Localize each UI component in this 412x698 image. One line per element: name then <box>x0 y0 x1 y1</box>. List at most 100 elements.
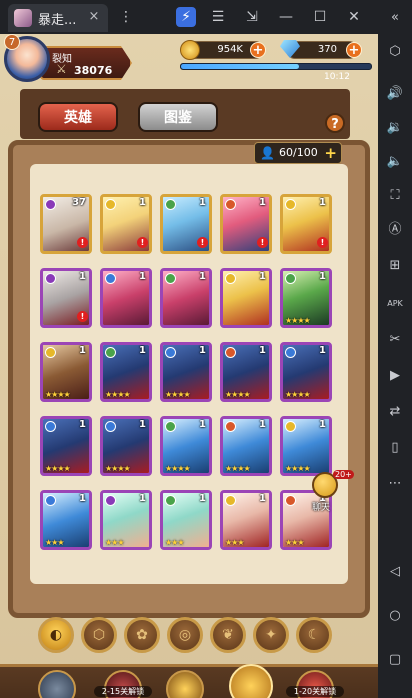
chat-badge: 20+ <box>333 470 354 479</box>
hero-card[interactable]: 1 ★★★★ <box>160 342 212 402</box>
hero-card[interactable]: 1 <box>100 268 152 328</box>
all-filter-icon[interactable]: ◐ <box>38 617 74 653</box>
hero-card[interactable]: 1! <box>100 194 152 254</box>
settings-icon[interactable]: ⬡ <box>385 42 405 62</box>
sync-icon[interactable]: ⇄ <box>385 402 405 422</box>
volume-up-icon[interactable]: 🔊 <box>385 84 405 104</box>
hero-level: 1 <box>139 419 146 430</box>
element-icon <box>105 495 116 506</box>
hero-card[interactable]: 1 ★★★ <box>220 490 272 550</box>
nav-expedition[interactable]: 2-15关解锁 出征 <box>92 664 154 698</box>
tab-close-icon[interactable]: × <box>86 9 102 25</box>
hero-stars: ★★★★ <box>105 464 131 473</box>
player-power: 38076 <box>74 64 113 77</box>
add-app-icon[interactable]: ⊞ <box>385 256 405 276</box>
hero-card[interactable]: 1 ★★★★ <box>220 342 272 402</box>
more-options-icon[interactable]: ⋮ <box>116 7 136 27</box>
hero-card[interactable]: 1 ★★★★ <box>40 342 92 402</box>
hero-card[interactable]: 1 ★★★★ <box>100 416 152 476</box>
close-icon[interactable]: ✕ <box>344 7 364 27</box>
hero-stars: ★★★★ <box>165 390 191 399</box>
hero-stars: ★★★ <box>285 538 304 547</box>
element-icon <box>225 199 236 210</box>
hero-level: 1 <box>259 493 266 504</box>
hero-level: 1 <box>79 345 86 356</box>
hero-card[interactable]: 1 ★★★ <box>100 490 152 550</box>
expand-capacity-button[interactable]: + <box>324 143 337 163</box>
player-profile[interactable]: 7 裂知 ⚔ 38076 <box>4 34 132 82</box>
hero-stars: ★★★ <box>165 538 184 547</box>
earth-filter-icon[interactable]: ❦ <box>210 617 246 653</box>
scissors-icon[interactable]: ✂ <box>385 330 405 350</box>
apk-icon[interactable]: APK <box>385 294 405 314</box>
hero-card[interactable]: 1 ★★★ <box>160 490 212 550</box>
hero-capacity: 👤 60/100 + <box>254 142 342 164</box>
menu-icon[interactable]: ☰ <box>208 7 228 27</box>
minimize-icon[interactable]: — <box>276 7 296 27</box>
wind-filter-icon[interactable]: ✿ <box>124 617 160 653</box>
hero-card[interactable]: 1 ★★★★ <box>220 416 272 476</box>
phone-icon[interactable]: ▯ <box>385 438 405 458</box>
screenshot-icon[interactable]: ⛶ <box>385 186 405 206</box>
alert-icon: ! <box>137 237 148 248</box>
tab-heroes[interactable]: 英雄 <box>38 102 118 132</box>
lightning-icon[interactable]: ⚡ <box>176 7 196 27</box>
hero-card[interactable]: 1 ★★★★ <box>100 342 152 402</box>
hero-card[interactable]: 1 ★★★★ <box>280 342 332 402</box>
hero-card[interactable]: 1 ★★★★ <box>40 416 92 476</box>
nav-heroes[interactable]: 英雄 <box>220 664 282 698</box>
nav-pets[interactable]: 1-20关解锁 宠物 <box>284 664 346 698</box>
hero-card[interactable]: 37! <box>40 194 92 254</box>
record-icon[interactable]: ▶ <box>385 366 405 386</box>
home-icon[interactable]: ○ <box>385 606 405 626</box>
hero-stars: ★★★★ <box>45 464 71 473</box>
help-button[interactable]: ? <box>325 113 345 133</box>
element-icon <box>225 495 236 506</box>
dark-filter-icon[interactable]: ☾ <box>296 617 332 653</box>
recents-icon[interactable]: ▢ <box>385 650 405 670</box>
hero-card[interactable]: 1 ★★★ <box>280 490 332 550</box>
element-icon <box>105 199 116 210</box>
hero-card[interactable]: 1 <box>160 268 212 328</box>
light-filter-icon[interactable]: ✦ <box>253 617 289 653</box>
hero-level: 1 <box>259 197 266 208</box>
hero-stars: ★★★★ <box>45 390 71 399</box>
hero-card[interactable]: 1! <box>280 194 332 254</box>
volume-mute-icon[interactable]: 🔈 <box>385 152 405 172</box>
volume-down-icon[interactable]: 🔉 <box>385 118 405 138</box>
tab-codex[interactable]: 图鉴 <box>138 102 218 132</box>
castle-icon <box>38 670 76 698</box>
alert-icon: ! <box>317 237 328 248</box>
nav-main-city[interactable]: 主城 <box>26 664 88 698</box>
app-tab[interactable]: 暴走... × <box>8 4 108 32</box>
collapse-icon[interactable]: « <box>385 8 405 28</box>
back-icon[interactable]: ◁ <box>385 562 405 582</box>
hero-card[interactable]: 1 <box>220 268 272 328</box>
nav-battle[interactable]: 战斗 <box>154 664 216 698</box>
shrink-icon[interactable]: ⇲ <box>242 7 262 27</box>
hero-level: 1 <box>139 197 146 208</box>
add-gold-button[interactable]: + <box>250 42 266 58</box>
hero-card[interactable]: 1! <box>220 194 272 254</box>
maximize-icon[interactable]: ☐ <box>310 7 330 27</box>
add-gems-button[interactable]: + <box>346 42 362 58</box>
hero-card[interactable]: 1! <box>40 268 92 328</box>
hero-card[interactable]: 1 ★★★ <box>40 490 92 550</box>
expedition-lock: 2-15关解锁 <box>94 686 152 697</box>
element-icon <box>285 347 296 358</box>
hero-card[interactable]: 1 ★★★★ <box>280 416 332 476</box>
hero-level: 1 <box>199 271 206 282</box>
gold-coin-icon <box>180 40 200 60</box>
swords-icon: ⚔ <box>56 62 67 76</box>
more-icon[interactable]: ⋯ <box>385 474 405 494</box>
pets-lock: 1-20关解锁 <box>286 686 344 697</box>
fire-filter-icon[interactable]: ⬡ <box>81 617 117 653</box>
auto-icon[interactable]: Ⓐ <box>385 220 405 240</box>
water-filter-icon[interactable]: ◎ <box>167 617 203 653</box>
hero-card[interactable]: 1 ★★★★ <box>280 268 332 328</box>
element-icon <box>105 347 116 358</box>
element-icon <box>45 199 56 210</box>
hero-card[interactable]: 1! <box>160 194 212 254</box>
hero-card[interactable]: 1 ★★★★ <box>160 416 212 476</box>
element-icon <box>45 495 56 506</box>
